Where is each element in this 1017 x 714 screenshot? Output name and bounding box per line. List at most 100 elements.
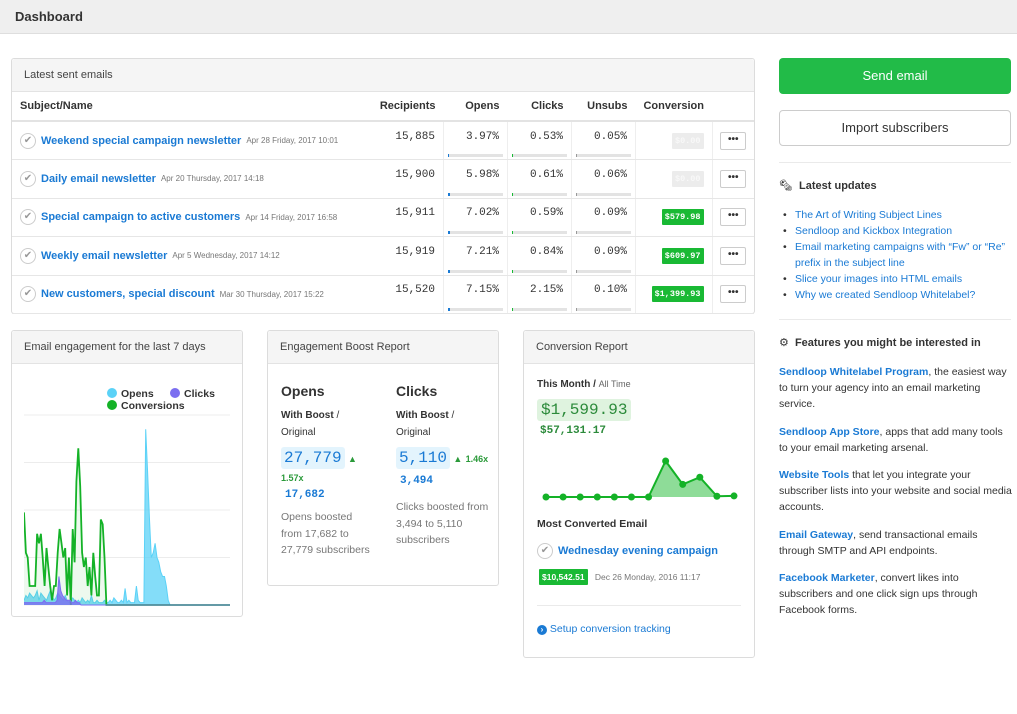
email-subject-link[interactable]: Weekend special campaign newsletter [41, 135, 241, 147]
this-month-label: This Month [537, 379, 591, 390]
email-subject-link[interactable]: Weekly email newsletter [41, 250, 167, 262]
clicks-value: 2.15% [529, 284, 563, 297]
legend-conversions[interactable]: Conversions [107, 400, 185, 412]
more-options-button[interactable]: ••• [720, 246, 747, 265]
clicks-progress-fill [511, 308, 513, 311]
recipients-value: 15,520 [395, 284, 435, 297]
col-opens: Opens [443, 92, 508, 122]
clicks-cell: 0.53% [506, 121, 572, 160]
actions-cell: ••• [711, 236, 754, 276]
opens-cell: 3.97% [442, 121, 508, 160]
email-engagement-panel: Email engagement for the last 7 days Ope… [11, 330, 243, 617]
sparkline-area [546, 461, 734, 497]
recipients-cell: 15,520 [371, 275, 444, 314]
most-converted-title: Most Converted Email [537, 518, 648, 530]
opens-progress [447, 192, 503, 196]
engagement-chart [24, 414, 230, 606]
legend-label: Opens [121, 388, 154, 400]
feature-link[interactable]: Sendloop Whitelabel Program [779, 366, 928, 378]
setup-conversion-tracking-link[interactable]: › Setup conversion tracking [537, 623, 671, 635]
latest-sent-emails-panel: Latest sent emails Subject/Name Recipien… [11, 58, 755, 314]
legend-clicks[interactable]: Clicks [170, 388, 215, 400]
opens-progress-fill [447, 154, 450, 157]
feature-link[interactable]: Sendloop App Store [779, 426, 880, 438]
update-link[interactable]: Sendloop and Kickbox Integration [795, 225, 952, 237]
latest-updates-title: 🗞︎ Latest updates [779, 179, 877, 192]
email-date: Apr 28 Friday, 2017 10:01 [246, 136, 339, 145]
conversion-report-panel: Conversion Report This Month / All Time … [523, 330, 755, 658]
recipients-cell: 15,885 [371, 121, 444, 160]
feature-link[interactable]: Facebook Marketer [779, 572, 875, 584]
most-converted-email: ✔ Wednesday evening campaign [537, 543, 718, 559]
opens-progress [447, 308, 503, 311]
send-email-button[interactable]: Send email [779, 58, 1011, 94]
update-link[interactable]: Email marketing campaigns with “Fw” or “… [795, 241, 1005, 269]
opens-boost: Opens With Boost / Original 27,779 ▲ 1.57… [281, 383, 381, 559]
engagement-boost-panel: Engagement Boost Report Opens With Boost… [267, 330, 499, 586]
this-month-value: $1,599.93 [537, 399, 632, 421]
check-icon: ✔ [537, 543, 553, 559]
clicks-value: 0.53% [529, 130, 563, 143]
clicks-progress [511, 192, 567, 196]
legend-opens[interactable]: Opens [107, 388, 154, 400]
top-bar: Dashboard [0, 0, 1017, 34]
email-subject-link[interactable]: Special campaign to active customers [41, 211, 240, 223]
clicks-progress [511, 269, 567, 273]
more-options-button[interactable]: ••• [720, 208, 747, 227]
latest-updates-label: Latest updates [799, 180, 877, 192]
all-time-value: $57,131.17 [540, 425, 607, 437]
email-date: Apr 14 Friday, 2017 16:58 [245, 212, 338, 222]
more-options-button[interactable]: ••• [720, 169, 747, 188]
recipients-cell: 15,919 [371, 236, 444, 276]
feature-link[interactable]: Email Gateway [779, 529, 853, 541]
email-date: Apr 5 Wednesday, 2017 14:12 [172, 251, 280, 261]
most-converted-value: $10,542.51 [539, 569, 588, 585]
col-actions [712, 92, 754, 122]
opens-progress-fill [447, 231, 450, 234]
recipients-cell: 15,911 [371, 198, 444, 237]
series-line-opens [24, 429, 230, 606]
update-link[interactable]: Slice your images into HTML emails [795, 273, 962, 285]
opens-progress [447, 231, 503, 234]
unsubs-progress [575, 308, 631, 311]
recipients-value: 15,911 [395, 207, 435, 220]
conversion-cell: $1,399.93 [634, 275, 712, 314]
clicks-progress [511, 308, 567, 311]
actions-cell: ••• [711, 198, 754, 237]
clicks-title: Clicks [396, 383, 438, 399]
opens-cell: 7.15% [442, 275, 508, 314]
update-link[interactable]: The Art of Writing Subject Lines [795, 209, 942, 221]
feature-link[interactable]: Website Tools [779, 469, 849, 481]
update-item: Why we created Sendloop Whitelabel? [782, 287, 1017, 303]
email-subject-link[interactable]: Daily email newsletter [41, 173, 156, 185]
sparkline-point [696, 473, 704, 481]
unsubs-progress [575, 192, 631, 196]
unsubs-cell: 0.06% [570, 159, 636, 199]
panel-title: Conversion Report [524, 331, 754, 364]
features-title: ⚙︎ Features you might be interested in [779, 336, 981, 349]
update-item: Sendloop and Kickbox Integration [782, 223, 1017, 239]
clicks-dot-icon [170, 388, 180, 398]
more-options-button[interactable]: ••• [720, 131, 747, 150]
up-arrow-icon: ▲ [347, 454, 357, 464]
email-subject-link[interactable]: New customers, special discount [41, 288, 215, 300]
with-boost-label: With Boost [396, 410, 449, 421]
table-row: ✔ Weekly email newsletter Apr 5 Wednesday,… [12, 236, 754, 276]
col-clicks: Clicks [507, 92, 572, 122]
panel-title: Engagement Boost Report [268, 331, 498, 364]
update-item: Email marketing campaigns with “Fw” or “… [782, 239, 1017, 271]
chevron-right-circle-icon: › [537, 625, 547, 635]
most-converted-link[interactable]: Wednesday evening campaign [558, 545, 718, 557]
clicks-original-value: 3,494 [400, 475, 434, 487]
import-subscribers-button[interactable]: Import subscribers [779, 110, 1011, 146]
opens-cell: 5.98% [442, 159, 508, 199]
opens-progress-fill [447, 192, 450, 196]
newspaper-icon: 🗞︎ [779, 180, 793, 192]
opens-value: 7.21% [465, 245, 499, 258]
actions-cell: ••• [711, 159, 754, 199]
recipients-value: 15,900 [395, 168, 435, 181]
clicks-value: 0.84% [529, 245, 563, 258]
update-link[interactable]: Why we created Sendloop Whitelabel? [795, 289, 975, 301]
conversions-dot-icon [107, 400, 117, 410]
more-options-button[interactable]: ••• [720, 285, 747, 304]
